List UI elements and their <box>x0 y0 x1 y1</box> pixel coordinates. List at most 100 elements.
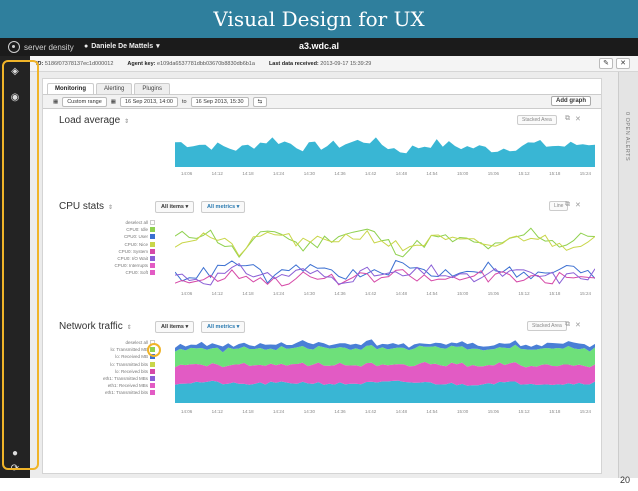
x-axis-ticks: 14:06 14:12 14:18 14:24 14:30 14:36 14:42 14:48… <box>181 171 591 176</box>
graph-type-select[interactable]: Stacked Area <box>517 115 557 125</box>
from-input[interactable]: 16 Sep 2013, 14:00 <box>119 96 178 107</box>
edit-button[interactable]: ✎ <box>599 58 613 69</box>
legend-item[interactable]: CPU0: Nice <box>83 241 155 248</box>
x-tick-label: 14:24 <box>273 409 285 414</box>
x-tick-label: 14:30 <box>303 409 315 414</box>
x-tick-label: 14:12 <box>211 291 223 296</box>
legend-label: CPU0: Interrupts <box>114 263 148 269</box>
network-legend: deselect all lo: Transmitted MB lo: Receiv… <box>83 339 155 397</box>
network-traffic-chart <box>175 339 595 403</box>
graphs-panel: Monitoring Alerting Plugins ▦ Custom ran… <box>42 78 602 474</box>
legend-item[interactable]: deselect all <box>83 339 155 346</box>
close-icon[interactable]: ✕ <box>575 321 581 329</box>
legend-swatch <box>150 390 155 396</box>
items-dropdown[interactable]: All items ▾ <box>155 321 195 333</box>
legend-item[interactable]: lo: Received MB <box>83 353 155 360</box>
x-tick-label: 14:06 <box>181 171 193 176</box>
metrics-dropdown[interactable]: All metrics ▾ <box>201 201 246 213</box>
device-info-bar: ID: 5186f07378137ec1d000012 Agent key: e… <box>30 56 638 72</box>
logo-text: server density <box>24 42 74 52</box>
legend-swatch <box>150 241 155 247</box>
legend-swatch <box>150 234 155 240</box>
add-graph-button[interactable]: Add graph <box>551 96 591 106</box>
legend-item[interactable]: CPU0: System <box>83 248 155 255</box>
x-axis-ticks: 14:06 14:12 14:18 14:24 14:30 14:36 14:42 14:48… <box>181 409 591 414</box>
x-tick-label: 15:06 <box>487 171 499 176</box>
cpu-series-line <box>175 262 595 286</box>
metrics-dropdown[interactable]: All metrics ▾ <box>201 321 246 333</box>
x-tick-label: 14:48 <box>395 291 407 296</box>
close-icon[interactable]: ✕ <box>575 115 581 123</box>
x-axis-ticks: 14:06 14:12 14:18 14:24 14:30 14:36 14:42 14:48… <box>181 291 591 296</box>
refresh-icon[interactable]: ⇆ <box>252 96 268 107</box>
legend-item[interactable]: CPU0: Idle <box>83 226 155 233</box>
x-tick-label: 14:06 <box>181 409 193 414</box>
user-name: Daniele De Mattels <box>91 42 154 50</box>
close-button[interactable]: ✕ <box>616 58 630 69</box>
legend-label: CPU0: I/O Wait <box>117 255 148 261</box>
legend-label: CPU0: Nice <box>124 241 148 247</box>
legend-swatch <box>150 256 155 262</box>
items-dropdown[interactable]: All items ▾ <box>155 201 195 213</box>
x-tick-label: 15:18 <box>549 291 561 296</box>
host-name: a3.wdc.al <box>298 41 340 51</box>
load-average-section: Load average ⇕ Stacked Area ⧉ ✕ 14:06 14:12… <box>49 113 597 199</box>
legend-item[interactable]: CPU0: Interrupts <box>83 262 155 269</box>
graph-type-select[interactable]: Stacked Area <box>527 321 567 331</box>
expand-icon[interactable]: ⧉ <box>565 115 570 123</box>
graph-tools: ⧉ ✕ <box>565 115 581 123</box>
tab-bar: Monitoring Alerting Plugins <box>47 83 171 94</box>
graph-tools: ⧉ ✕ <box>565 321 581 329</box>
expand-icon[interactable]: ⧉ <box>565 321 570 329</box>
x-tick-label: 14:30 <box>303 291 315 296</box>
close-icon[interactable]: ✕ <box>575 201 581 209</box>
legend-label: lo: Transmitted MB <box>110 347 148 353</box>
legend-item[interactable]: lo: Transmitted bits <box>83 361 155 368</box>
legend-item[interactable]: CPU0: User <box>83 233 155 240</box>
tab-alerting[interactable]: Alerting <box>96 83 133 94</box>
x-tick-label: 14:42 <box>365 409 377 414</box>
device-id: ID: 5186f07378137ec1d000012 <box>36 60 114 67</box>
app-logo[interactable]: server density <box>8 41 74 53</box>
legend-swatch <box>150 368 155 374</box>
user-menu[interactable]: ● Daniele De Mattels ▾ <box>84 42 160 51</box>
main-content: Monitoring Alerting Plugins ▦ Custom ran… <box>30 72 638 478</box>
alerts-panel[interactable]: 0 OPEN ALERTS <box>618 72 638 478</box>
x-tick-label: 14:36 <box>334 291 346 296</box>
x-tick-label: 14:30 <box>303 171 315 176</box>
user-icon: ● <box>84 42 89 50</box>
x-tick-label: 14:18 <box>242 291 254 296</box>
sidebar-highlight <box>2 60 39 470</box>
x-tick-label: 14:42 <box>365 291 377 296</box>
legend-label: lo: Received bits <box>114 368 148 374</box>
legend-item[interactable]: CPU0: I/O Wait <box>83 255 155 262</box>
cpu-stats-chart <box>175 227 595 287</box>
expand-icon[interactable]: ⧉ <box>565 201 570 209</box>
x-tick-label: 14:54 <box>426 409 438 414</box>
x-tick-label: 14:18 <box>242 171 254 176</box>
x-tick-label: 14:48 <box>395 171 407 176</box>
calendar-icon: ▦ <box>53 98 59 105</box>
to-input[interactable]: 16 Sep 2013, 15:30 <box>190 96 249 107</box>
legend-item[interactable]: lo: Transmitted MB <box>83 346 155 353</box>
x-tick-label: 14:12 <box>211 409 223 414</box>
chevron-down-icon: ▾ <box>156 43 160 50</box>
legend-item[interactable]: eth1: Received MBs <box>83 382 155 389</box>
x-tick-label: 15:06 <box>487 291 499 296</box>
x-tick-label: 14:48 <box>395 409 407 414</box>
x-tick-label: 15:12 <box>518 171 530 176</box>
legend-item[interactable]: eth1: Transmitted MBs <box>83 375 155 382</box>
legend-item[interactable]: deselect all <box>83 219 155 226</box>
range-select[interactable]: Custom range <box>62 96 107 107</box>
legend-label: eth1: Received MBs <box>107 383 148 389</box>
legend-label: eth1: Transmitted bits <box>104 390 148 396</box>
x-tick-label: 15:00 <box>457 171 469 176</box>
tab-monitoring[interactable]: Monitoring <box>47 83 94 94</box>
legend-item[interactable]: lo: Received bits <box>83 368 155 375</box>
x-tick-label: 14:12 <box>211 171 223 176</box>
legend-item[interactable]: CPU0: Soft <box>83 269 155 276</box>
legend-item[interactable]: eth1: Transmitted bits <box>83 389 155 396</box>
tab-plugins[interactable]: Plugins <box>134 83 171 94</box>
x-tick-label: 14:06 <box>181 291 193 296</box>
network-traffic-title: Network traffic ⇕ <box>59 321 132 332</box>
